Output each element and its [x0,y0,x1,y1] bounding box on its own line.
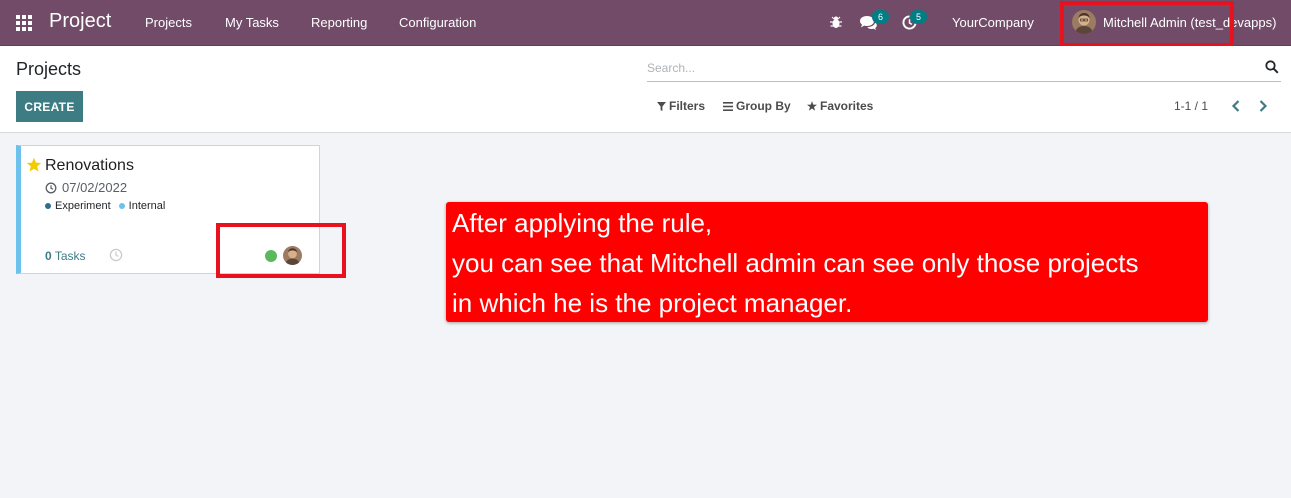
tag-label: Experiment [55,200,111,212]
menu-item-reporting[interactable]: Reporting [311,15,367,30]
tag-color-dot [118,203,125,209]
menu-item-configuration[interactable]: Configuration [399,15,476,30]
search-bar [647,56,1281,82]
favorites-dropdown[interactable]: Favorites [807,99,873,113]
favorites-label: Favorites [820,99,874,113]
filters-dropdown[interactable]: Filters [657,99,705,113]
apps-menu-icon[interactable] [16,15,32,31]
project-tags: Experiment Internal [45,200,165,212]
favorite-star-icon[interactable] [26,157,42,173]
pager-previous-icon[interactable] [1228,98,1244,114]
groupby-label: Group By [736,99,791,113]
page-title: Projects [16,59,82,79]
annotation-line-2: you can see that Mitchell admin can see … [452,248,1139,278]
tasks-label: Tasks [54,249,86,263]
user-highlight-box [1060,1,1234,47]
tasks-link[interactable]: 0 Tasks [45,249,86,263]
company-switcher[interactable]: YourCompany [952,15,1034,30]
project-name[interactable]: Renovations [45,157,134,175]
annotation-callout: After applying the rule, you can see tha… [446,202,1208,322]
groupby-dropdown[interactable]: Group By [723,99,791,113]
card-highlight-box [216,223,346,278]
annotation-line-3: in which he is the project manager. [452,288,853,318]
date-clock-icon [45,182,57,194]
messages-count-badge: 6 [872,10,889,24]
search-icon[interactable] [1265,60,1279,74]
filters-label: Filters [669,99,706,113]
group-by-bars-icon [723,101,733,111]
pager-next-icon[interactable] [1255,98,1271,114]
favorites-star-icon [807,101,817,111]
menu-item-my-tasks[interactable]: My Tasks [225,15,279,30]
app-title[interactable]: Project [49,10,111,33]
annotation-line-1: After applying the rule, [452,208,713,238]
tag-internal: Internal [118,200,166,212]
project-date: 07/02/2022 [62,180,128,195]
tag-label: Internal [128,200,166,212]
menu-item-projects[interactable]: Projects [145,15,192,30]
create-button[interactable]: CREATE [16,91,83,122]
tag-experiment: Experiment [45,200,111,212]
control-panel: Projects CREATE Filters Group By Favorit… [0,46,1291,133]
filter-funnel-icon [657,101,666,111]
debug-bug-icon[interactable] [828,14,844,30]
tasks-count: 0 [45,249,52,263]
pager-value[interactable]: 1-1 / 1 [1174,99,1208,113]
schedule-activity-icon[interactable] [109,248,123,262]
search-input[interactable] [647,58,1247,78]
tag-color-dot [45,203,51,209]
activities-count-badge: 5 [910,10,927,24]
